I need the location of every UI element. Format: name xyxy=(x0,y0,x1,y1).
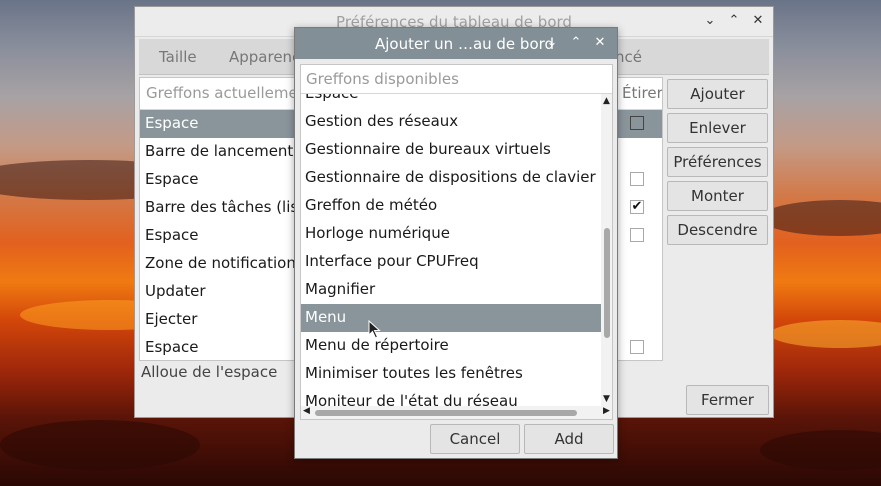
cloud-streak xyxy=(760,430,881,470)
list-item[interactable]: Menu xyxy=(301,304,601,332)
plugin-name: Greffon de météo xyxy=(305,196,438,214)
stretch-checkbox[interactable] xyxy=(630,116,644,130)
close-icon[interactable]: ✕ xyxy=(591,34,609,52)
plugin-name: Updater xyxy=(145,282,206,300)
move-up-button[interactable]: Monter xyxy=(667,181,768,211)
list-item[interactable]: Gestionnaire de dispositions de clavier xyxy=(301,164,601,192)
list-item[interactable]: Interface pour CPUFreq xyxy=(301,248,601,276)
minimize-icon[interactable]: ⌄ xyxy=(543,34,561,52)
horizontal-scrollbar[interactable]: ◀ ▶ xyxy=(301,406,612,419)
plugin-name: Espace xyxy=(305,94,358,102)
cloud-streak xyxy=(760,200,881,236)
plugin-name: Espace xyxy=(145,226,199,244)
scroll-right-icon[interactable]: ▶ xyxy=(603,406,610,416)
plugin-name: Zone de notification xyxy=(145,254,296,272)
cloud-streak xyxy=(0,420,200,470)
plugin-name: Espace xyxy=(145,338,199,356)
list-header: Greffons disponibles xyxy=(301,65,612,94)
mouse-pointer-icon xyxy=(368,320,381,339)
scroll-up-icon[interactable]: ▲ xyxy=(603,96,610,106)
scrollbar-thumb[interactable] xyxy=(604,228,610,338)
dialog-title: Ajouter un …au de bord xyxy=(375,35,555,53)
tab-advanced[interactable]: ncé xyxy=(615,48,642,66)
list-item[interactable]: Minimiser toutes les fenêtres xyxy=(301,360,601,388)
move-down-button[interactable]: Descendre xyxy=(667,215,768,245)
column-header-plugins: Greffons actuellemen xyxy=(146,84,308,102)
plugin-name: Menu xyxy=(305,308,347,326)
remove-button[interactable]: Enlever xyxy=(667,113,768,143)
plugin-name: Gestionnaire de bureaux virtuels xyxy=(305,140,551,158)
plugin-name: Barre de lancement d xyxy=(145,142,308,160)
maximize-icon[interactable]: ⌃ xyxy=(567,34,585,52)
scrollbar-thumb[interactable] xyxy=(315,410,577,416)
stretch-checkbox[interactable] xyxy=(630,228,644,242)
add-button[interactable]: Ajouter xyxy=(667,79,768,109)
stretch-checkbox[interactable]: ✔ xyxy=(630,200,644,214)
scroll-left-icon[interactable]: ◀ xyxy=(303,406,310,416)
plugin-name: Gestion des réseaux xyxy=(305,112,459,130)
list-item[interactable]: Gestionnaire de bureaux virtuels xyxy=(301,136,601,164)
vertical-scrollbar[interactable]: ▲ ▼ xyxy=(601,94,612,406)
scroll-down-icon[interactable]: ▼ xyxy=(603,394,610,404)
column-header-available: Greffons disponibles xyxy=(306,70,459,88)
cancel-button[interactable]: Cancel xyxy=(430,424,520,454)
list-item[interactable]: Moniteur de l'état du réseau xyxy=(301,388,601,406)
column-header-stretch: Étirer xyxy=(622,84,663,102)
preferences-button[interactable]: Préférences xyxy=(667,147,768,177)
list-item[interactable]: Espace xyxy=(301,94,601,108)
close-button[interactable]: Fermer xyxy=(686,385,769,415)
plugin-name: Horloge numérique xyxy=(305,224,450,242)
tab-size[interactable]: Taille xyxy=(159,48,197,66)
stretch-checkbox[interactable] xyxy=(630,340,644,354)
close-icon[interactable]: ✕ xyxy=(749,12,767,30)
list-item[interactable]: Gestion des réseaux xyxy=(301,108,601,136)
plugin-name: Minimiser toutes les fenêtres xyxy=(305,364,523,382)
dialog-titlebar[interactable]: Ajouter un …au de bord ⌄ ⌃ ✕ xyxy=(295,28,617,59)
plugin-name: Ejecter xyxy=(145,310,198,328)
plugin-name: Espace xyxy=(145,114,199,132)
plugin-name: Espace xyxy=(145,170,199,188)
available-plugins-rows: Espace Gestion des réseaux Gestionnaire de… xyxy=(301,94,601,406)
plugin-name: Interface pour CPUFreq xyxy=(305,252,479,270)
add-button[interactable]: Add xyxy=(524,424,614,454)
maximize-icon[interactable]: ⌃ xyxy=(725,12,743,30)
list-item[interactable]: Horloge numérique xyxy=(301,220,601,248)
minimize-icon[interactable]: ⌄ xyxy=(701,12,719,30)
available-plugins-list[interactable]: Greffons disponibles Espace Gestion des r… xyxy=(300,64,613,420)
list-item[interactable]: Magnifier xyxy=(301,276,601,304)
plugin-name: Barre des tâches (liste xyxy=(145,198,314,216)
cloud-streak xyxy=(770,320,881,348)
plugin-name: Moniteur de l'état du réseau xyxy=(305,392,518,406)
list-item[interactable]: Greffon de météo xyxy=(301,192,601,220)
tab-appearance[interactable]: Apparenc xyxy=(229,48,300,66)
list-item[interactable]: Menu de répertoire xyxy=(301,332,601,360)
plugin-name: Magnifier xyxy=(305,280,376,298)
plugin-name: Gestionnaire de dispositions de clavier xyxy=(305,168,596,186)
stretch-checkbox[interactable] xyxy=(630,172,644,186)
add-plugin-dialog: Ajouter un …au de bord ⌄ ⌃ ✕ Greffons di… xyxy=(294,27,618,459)
